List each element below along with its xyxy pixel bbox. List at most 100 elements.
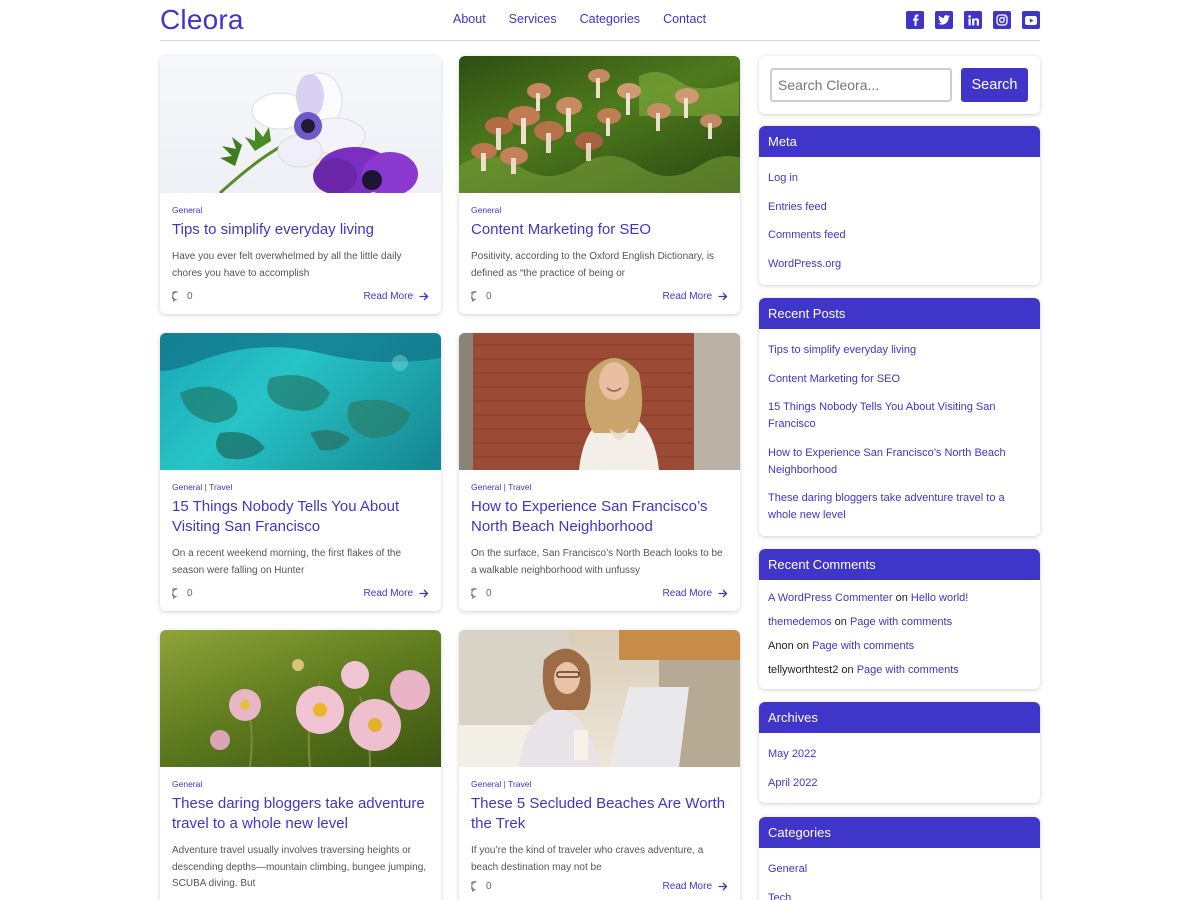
recent-post-link[interactable]: How to Experience San Francisco’s North … (768, 445, 1031, 479)
recent-comments-widget: Recent Comments A WordPress Commenter on… (759, 549, 1040, 689)
category-link[interactable]: General (471, 482, 501, 492)
recent-post-link[interactable]: Content Marketing for SEO (768, 371, 1031, 388)
post-card: General | Travel How to Experience San F… (459, 333, 740, 611)
comment-count[interactable]: 0 (471, 291, 492, 302)
category-link[interactable]: Travel (209, 482, 232, 492)
comment-count-value: 0 (187, 588, 193, 599)
post-categories: General (172, 205, 429, 215)
read-more-label: Read More (662, 588, 712, 599)
post-card: General | Travel These 5 Secluded Beache… (459, 630, 740, 900)
arrow-right-icon (419, 292, 429, 301)
post-title[interactable]: How to Experience San Francisco’s North … (471, 497, 728, 537)
post-image-reef-aerial[interactable] (160, 333, 441, 470)
category-link[interactable]: General (471, 205, 501, 215)
arrow-right-icon (419, 589, 429, 598)
recent-comment-item: Anon on Page with comments (768, 638, 1031, 655)
post-categories: General (471, 205, 728, 215)
comment-count-value: 0 (486, 291, 492, 302)
category-separator: | (503, 779, 506, 789)
search-widget: Search (759, 56, 1040, 114)
comment-count[interactable]: 0 (471, 588, 492, 599)
category-link[interactable]: General (471, 779, 501, 789)
facebook-icon[interactable] (906, 11, 924, 29)
archive-link[interactable]: May 2022 (768, 746, 1031, 763)
meta-login-link[interactable]: Log in (768, 170, 1031, 187)
comment-post-link[interactable]: Page with comments (850, 616, 952, 628)
post-image-mushrooms[interactable] (459, 56, 740, 193)
read-more-link[interactable]: Read More (663, 881, 728, 892)
category-link[interactable]: General (172, 482, 202, 492)
post-excerpt: Adventure travel usually involves traver… (172, 845, 427, 889)
recent-comment-item: A WordPress Commenter on Hello world! (768, 590, 1031, 607)
post-image-anemone-flowers[interactable] (160, 56, 441, 193)
post-card: General Tips to simplify everyday living… (160, 56, 441, 314)
post-card: General | Travel 15 Things Nobody Tells … (160, 333, 441, 611)
comment-post-link[interactable]: Page with comments (857, 664, 959, 676)
archive-link[interactable]: April 2022 (768, 775, 1031, 792)
meta-wordpress-org-link[interactable]: WordPress.org (768, 256, 1031, 273)
post-title[interactable]: These daring bloggers take adventure tra… (172, 794, 429, 834)
category-link[interactable]: General (172, 779, 202, 789)
categories-widget: Categories General Tech (759, 817, 1040, 900)
post-title[interactable]: Content Marketing for SEO (471, 220, 728, 240)
category-link[interactable]: General (768, 861, 1031, 878)
recent-post-link[interactable]: These daring bloggers take adventure tra… (768, 490, 1031, 524)
comment-post-link[interactable]: Hello world! (911, 592, 968, 604)
twitter-icon[interactable] (935, 11, 953, 29)
meta-comments-feed-link[interactable]: Comments feed (768, 227, 1031, 244)
category-separator: | (204, 482, 207, 492)
recent-posts-widget: Recent Posts Tips to simplify everyday l… (759, 298, 1040, 536)
recent-post-link[interactable]: 15 Things Nobody Tells You About Visitin… (768, 399, 1031, 433)
post-title[interactable]: Tips to simplify everyday living (172, 220, 429, 240)
post-image-pink-flowers[interactable] (160, 630, 441, 767)
category-link[interactable]: Tech (768, 890, 1031, 900)
search-button[interactable]: Search (961, 68, 1028, 102)
post-excerpt: On the surface, San Francisco’s North Be… (471, 548, 723, 576)
comment-count[interactable]: 0 (172, 588, 193, 599)
nav-about[interactable]: About (453, 12, 486, 26)
post-image-woman-brick-wall[interactable] (459, 333, 740, 470)
read-more-link[interactable]: Read More (364, 588, 429, 599)
comment-count[interactable]: 0 (172, 291, 193, 302)
comment-count[interactable]: 0 (471, 881, 492, 892)
comment-icon (471, 881, 477, 892)
linkedin-icon[interactable] (964, 11, 982, 29)
read-more-label: Read More (662, 291, 712, 302)
post-excerpt: Have you ever felt overwhelmed by all th… (172, 251, 402, 279)
comment-count-value: 0 (187, 291, 193, 302)
comment-post-link[interactable]: Page with comments (812, 640, 914, 652)
widget-title: Recent Posts (759, 298, 1040, 329)
recent-post-link[interactable]: Tips to simplify everyday living (768, 342, 1031, 359)
post-title[interactable]: 15 Things Nobody Tells You About Visitin… (172, 497, 429, 537)
category-link[interactable]: General (172, 205, 202, 215)
instagram-icon[interactable] (993, 11, 1011, 29)
site-logo[interactable]: Cleora (160, 4, 244, 36)
read-more-label: Read More (363, 588, 413, 599)
read-more-link[interactable]: Read More (663, 291, 728, 302)
post-card: General Content Marketing for SEO Positi… (459, 56, 740, 314)
comment-icon (172, 291, 178, 302)
read-more-label: Read More (363, 291, 413, 302)
category-link[interactable]: Travel (508, 482, 531, 492)
post-categories: General (172, 779, 429, 789)
comment-author: Anon (768, 640, 794, 652)
nav-contact[interactable]: Contact (663, 12, 706, 26)
arrow-right-icon (718, 292, 728, 301)
post-title[interactable]: These 5 Secluded Beaches Are Worth the T… (471, 794, 728, 834)
comment-author-link[interactable]: themedemos (768, 616, 832, 628)
youtube-icon[interactable] (1022, 11, 1040, 29)
post-excerpt: Positivity, according to the Oxford Engl… (471, 251, 715, 279)
read-more-link[interactable]: Read More (364, 291, 429, 302)
comment-on-text: on (834, 616, 847, 628)
read-more-link[interactable]: Read More (663, 588, 728, 599)
meta-entries-feed-link[interactable]: Entries feed (768, 199, 1031, 216)
nav-services[interactable]: Services (509, 12, 557, 26)
post-image-woman-laptop[interactable] (459, 630, 740, 767)
nav-categories[interactable]: Categories (580, 12, 640, 26)
post-excerpt: If you’re the kind of traveler who crave… (471, 845, 704, 873)
meta-widget: Meta Log in Entries feed Comments feed W… (759, 126, 1040, 285)
search-input[interactable] (770, 68, 952, 102)
comment-on-text: on (841, 664, 854, 676)
comment-author-link[interactable]: A WordPress Commenter (768, 592, 893, 604)
category-link[interactable]: Travel (508, 779, 531, 789)
